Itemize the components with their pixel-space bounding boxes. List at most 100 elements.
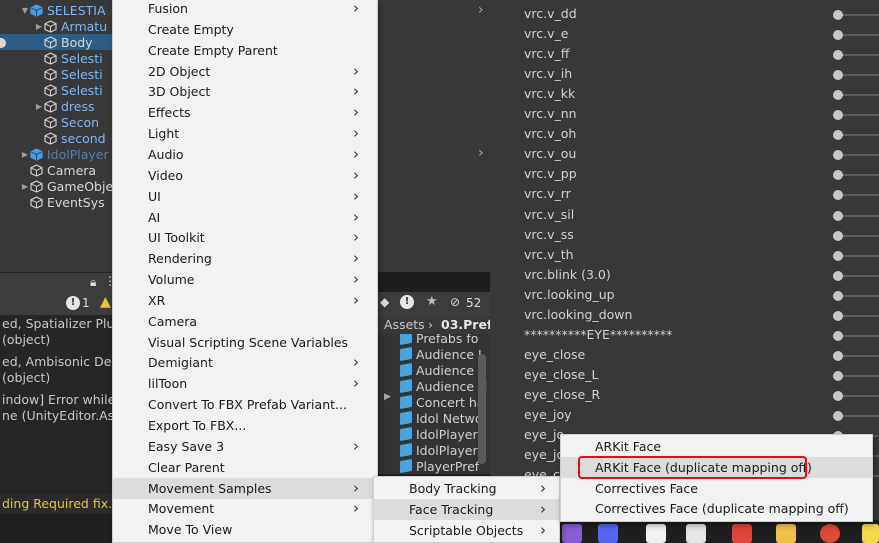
hierarchy-item[interactable]: ▶ dress	[0, 98, 112, 114]
menu-item-visual-scripting-scene-variables[interactable]: Visual Scripting Scene Variables	[113, 332, 377, 353]
hierarchy-item[interactable]: Body	[0, 34, 112, 50]
hierarchy-item[interactable]: ▶ GameObje	[0, 178, 112, 194]
breadcrumb-current[interactable]: 03.Prefa	[441, 317, 490, 332]
menu-item-body-tracking[interactable]: Body Tracking ›	[374, 478, 559, 499]
blendshape-slider-knob[interactable]	[833, 130, 843, 141]
star-icon[interactable]: ★	[426, 294, 438, 309]
blendshape-slider-knob[interactable]	[833, 370, 843, 381]
hierarchy-item[interactable]: EventSys	[0, 194, 112, 210]
chrome-icon[interactable]	[820, 524, 840, 543]
project-asset-item[interactable]: Idol Netwo	[400, 410, 483, 426]
info-icon[interactable]: !	[66, 296, 80, 310]
menu-item-video[interactable]: Video ›	[113, 165, 377, 186]
console-log-line[interactable]: (object)	[2, 370, 50, 385]
project-asset-item[interactable]: Prefabs fo	[400, 334, 478, 346]
blendshape-slider-knob[interactable]	[833, 210, 843, 221]
menu-item-camera[interactable]: Camera	[113, 311, 377, 332]
blendshape-slider-knob[interactable]	[833, 230, 843, 241]
menu-item-face-tracking[interactable]: Face Tracking ›	[374, 498, 559, 520]
console-log-line[interactable]: ed, Ambisonic Deco	[2, 354, 112, 369]
menu-item-export-to-fbx[interactable]: Export To FBX...	[113, 415, 377, 436]
menu-item-clear-parent[interactable]: Clear Parent	[113, 457, 377, 478]
console-log[interactable]: ed, Spatializer Plug (object) ed, Ambisoni…	[0, 316, 112, 494]
expand-arrow-icon[interactable]: ▶	[34, 102, 44, 111]
menu-item-movement[interactable]: Movement ›	[113, 498, 377, 519]
menu-item-move-to-view[interactable]: Move To View	[113, 519, 377, 540]
lock-icon[interactable]: 🔒︎	[90, 275, 96, 290]
discord-icon[interactable]	[598, 524, 618, 543]
blendshape-slider-knob[interactable]	[833, 250, 843, 261]
hierarchy-item[interactable]: ▶ IdolPlayer	[0, 146, 112, 162]
blendshape-slider-knob[interactable]	[833, 330, 843, 341]
hierarchy-item[interactable]: Selesti	[0, 50, 112, 66]
hierarchy-collapse-icon[interactable]: ›	[478, 145, 484, 161]
hierarchy-item[interactable]: ▶ Armatu	[0, 18, 112, 34]
menu-item-create-empty-parent[interactable]: Create Empty Parent	[113, 40, 377, 61]
blendshape-slider-knob[interactable]	[833, 290, 843, 301]
menu-item-ui-toolkit[interactable]: UI Toolkit ›	[113, 227, 377, 248]
kakaotalk-icon[interactable]	[862, 524, 879, 543]
menu-item-correctives-face-duplicate-mapping-off[interactable]: Correctives Face (duplicate mapping off)	[561, 498, 872, 519]
blendshape-slider-knob[interactable]	[833, 270, 843, 281]
unity-icon[interactable]	[686, 524, 706, 543]
blendshape-slider-knob[interactable]	[833, 30, 843, 41]
blendshape-slider-knob[interactable]	[833, 10, 843, 20]
hierarchy-collapse-icon[interactable]: ›	[478, 2, 484, 18]
menu-item-liltoon[interactable]: lilToon ›	[113, 373, 377, 394]
menu-item-xr[interactable]: XR ›	[113, 290, 377, 311]
expand-arrow-icon[interactable]: ▶	[34, 22, 44, 31]
menu-item-convert-to-fbx-prefab-variant[interactable]: Convert To FBX Prefab Variant...	[113, 394, 377, 415]
project-asset-item[interactable]: IdolPlayerC	[400, 442, 486, 458]
app-diamond-icon[interactable]	[732, 524, 752, 543]
menu-item-ui[interactable]: UI ›	[113, 186, 377, 207]
blendshape-slider-knob[interactable]	[833, 190, 843, 201]
menu-item-rendering[interactable]: Rendering ›	[113, 248, 377, 269]
menu-item-ai[interactable]: AI ›	[113, 207, 377, 228]
file-explorer-icon[interactable]	[776, 524, 796, 543]
console-log-line[interactable]: ne (UnityEditor.Asy	[2, 408, 112, 423]
notion-icon[interactable]	[646, 524, 666, 543]
blendshape-slider-knob[interactable]	[833, 150, 843, 161]
blendshape-slider-knob[interactable]	[833, 310, 843, 321]
visual-studio-icon[interactable]	[562, 524, 582, 543]
hierarchy-item[interactable]: Camera	[0, 162, 112, 178]
tag-icon[interactable]: ◆	[380, 295, 389, 309]
console-log-line[interactable]: indow] Error while c	[2, 392, 112, 407]
project-asset-item[interactable]: Audience I	[400, 362, 482, 378]
blendshape-slider-knob[interactable]	[833, 70, 843, 81]
expand-arrow-icon[interactable]: ▶	[384, 392, 391, 402]
menu-item-effects[interactable]: Effects ›	[113, 102, 377, 123]
menu-item-arkit-face[interactable]: ARKit Face	[561, 436, 872, 457]
menu-item-movement-samples[interactable]: Movement Samples ›	[113, 477, 377, 499]
menu-item-2d-object[interactable]: 2D Object ›	[113, 61, 377, 82]
project-asset-item[interactable]: IdolPlayerC	[400, 426, 486, 442]
menu-item-create-empty[interactable]: Create Empty	[113, 19, 377, 40]
warning-icon[interactable]: ▲	[100, 294, 111, 310]
menu-item-audio[interactable]: Audio ›	[113, 144, 377, 165]
menu-item-fusion[interactable]: Fusion ›	[113, 0, 377, 19]
expand-arrow-icon[interactable]: ▶	[20, 150, 30, 159]
expand-arrow-icon[interactable]: ▼	[20, 6, 30, 15]
error-filter-icon[interactable]: !	[400, 295, 414, 309]
menu-item-easy-save-3[interactable]: Easy Save 3 ›	[113, 436, 377, 457]
blendshape-slider-knob[interactable]	[833, 170, 843, 181]
blendshape-slider-knob[interactable]	[833, 350, 843, 361]
hidden-count-icon[interactable]: ⊘	[450, 295, 460, 309]
menu-item-demigiant[interactable]: Demigiant ›	[113, 352, 377, 373]
hierarchy-item[interactable]: ▼ SELESTIA	[0, 2, 112, 18]
project-asset-item[interactable]: Audience N	[400, 378, 487, 394]
menu-item-light[interactable]: Light ›	[113, 123, 377, 144]
project-asset-item[interactable]: Concert ha	[400, 394, 484, 410]
hierarchy-item[interactable]: Selesti	[0, 82, 112, 98]
menu-item-3d-object[interactable]: 3D Object ›	[113, 81, 377, 102]
project-scrollbar[interactable]	[478, 354, 486, 464]
blendshape-slider-knob[interactable]	[833, 411, 843, 421]
blendshape-slider-knob[interactable]	[833, 390, 843, 401]
blendshape-slider-knob[interactable]	[833, 50, 843, 61]
expand-arrow-icon[interactable]: ▶	[20, 182, 30, 191]
console-log-line[interactable]: (object)	[2, 332, 50, 347]
menu-item-volume[interactable]: Volume ›	[113, 269, 377, 290]
hierarchy-item[interactable]: second	[0, 130, 112, 146]
blendshape-slider-knob[interactable]	[833, 110, 843, 121]
hierarchy-item[interactable]: Secon	[0, 114, 112, 130]
